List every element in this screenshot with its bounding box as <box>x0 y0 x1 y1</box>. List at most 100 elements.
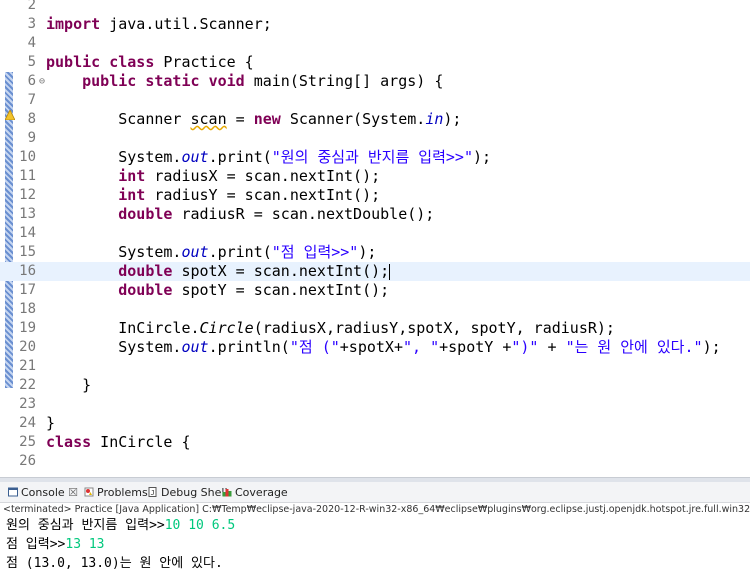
code-line[interactable]: 21 <box>0 357 750 376</box>
line-number: 9 <box>27 130 36 146</box>
code-line[interactable]: 8 Scanner scan = new Scanner(System.in); <box>0 110 750 129</box>
line-number: 10 <box>19 149 36 165</box>
code-line[interactable]: 25 class InCircle { <box>0 433 750 452</box>
code-token: double <box>118 205 173 223</box>
code-line[interactable]: 10 System.out.print("원의 중심과 반지름 입력>>"); <box>0 148 750 167</box>
code-token: static <box>145 72 200 90</box>
code-line[interactable]: 7 <box>0 91 750 110</box>
code-line[interactable]: 16 double spotX = scan.nextInt(); <box>0 262 750 281</box>
code-line[interactable]: 23 <box>0 395 750 414</box>
code-token: int <box>118 186 146 204</box>
code-token: System. <box>46 148 182 166</box>
code-line[interactable]: 11 int radiusX = scan.nextInt(); <box>0 167 750 186</box>
code-token: "점 입력>>" <box>271 243 359 261</box>
code-text: } <box>46 414 55 433</box>
code-line[interactable]: 12 int radiusY = scan.nextInt(); <box>0 186 750 205</box>
code-text: class InCircle { <box>46 433 191 452</box>
tab-coverage[interactable]: Coverage <box>222 485 288 500</box>
line-number: 25 <box>19 434 36 450</box>
coverage-icon <box>222 489 232 497</box>
code-line[interactable]: 17 double spotY = scan.nextInt(); <box>0 281 750 300</box>
code-token: out <box>181 243 209 261</box>
code-line[interactable]: 9 <box>0 129 750 148</box>
code-text: int radiusY = scan.nextInt(); <box>46 186 380 205</box>
code-token: System. <box>46 338 182 356</box>
line-number: 15 <box>19 244 36 260</box>
code-token: spotX = scan.nextInt(); <box>172 262 390 280</box>
code-token: ); <box>473 148 492 166</box>
console-line: 점 입력>>13 13 <box>6 535 105 554</box>
code-token: int <box>118 167 146 185</box>
code-text: int radiusX = scan.nextInt(); <box>46 167 380 186</box>
code-line[interactable]: 5 public class Practice { <box>0 53 750 72</box>
line-number: 24 <box>19 415 36 431</box>
code-token: Scanner <box>46 110 191 128</box>
code-line[interactable]: 18 <box>0 300 750 319</box>
code-text: InCircle.Circle(radiusX,radiusY,spotX, s… <box>46 319 615 338</box>
code-line[interactable]: 15 System.out.print("점 입력>>"); <box>0 243 750 262</box>
code-line[interactable]: 13 double radiusR = scan.nextDouble(); <box>0 205 750 224</box>
code-token: new <box>253 110 281 128</box>
code-token: ")" <box>511 338 539 356</box>
code-line[interactable]: 20 System.out.println("점 ("+spotX+", "+s… <box>0 338 750 357</box>
code-token: radiusR = scan.nextDouble(); <box>172 205 435 223</box>
code-token: public <box>82 72 137 90</box>
code-line[interactable]: 26 <box>0 452 750 471</box>
code-token: double <box>118 281 173 299</box>
code-token: +spotX+ <box>339 338 403 356</box>
line-number: 13 <box>19 206 36 222</box>
tab-console-label: Console <box>21 486 65 499</box>
code-token: Circle <box>199 319 254 337</box>
code-text: } <box>46 376 91 395</box>
fold-icon[interactable]: ⊖ <box>39 72 45 91</box>
code-text: double spotY = scan.nextInt(); <box>46 281 389 300</box>
code-line[interactable]: 6 ⊖ public static void main(String[] args… <box>0 72 750 91</box>
code-line[interactable]: 14 <box>0 224 750 243</box>
console-text: 점 (13.0, 13.0)는 원 안에 있다. <box>6 556 223 571</box>
code-line[interactable]: 3 import java.util.Scanner; <box>0 15 750 34</box>
code-token: } <box>46 414 56 432</box>
line-number: 6 <box>27 73 36 89</box>
code-token: System. <box>46 243 182 261</box>
code-token: .println( <box>208 338 290 356</box>
code-editor[interactable]: 2 3 import java.util.Scanner; 4 5 public clas… <box>0 0 750 477</box>
code-token: ); <box>358 243 377 261</box>
code-token: out <box>181 338 209 356</box>
code-text: System.out.print("원의 중심과 반지름 입력>>"); <box>46 148 491 167</box>
code-token: "점 (" <box>289 338 340 356</box>
code-token: + <box>538 338 566 356</box>
code-token: class <box>109 53 155 71</box>
code-token: class <box>46 433 92 451</box>
code-line[interactable]: 24} <box>0 414 750 433</box>
code-token: double <box>118 262 173 280</box>
code-line[interactable]: 22 } <box>0 376 750 395</box>
code-text: double radiusR = scan.nextDouble(); <box>46 205 434 224</box>
code-token: spotY = scan.nextInt(); <box>172 281 390 299</box>
tab-coverage-label: Coverage <box>235 486 288 499</box>
code-line[interactable]: 19 InCircle.Circle(radiusX,radiusY,spotX… <box>0 319 750 338</box>
code-text: Scanner scan = new Scanner(System.in); <box>46 110 461 129</box>
tab-console[interactable]: Console ☒ <box>8 485 78 500</box>
svg-text:J: J <box>151 489 155 497</box>
code-text: public class Practice { <box>46 53 254 72</box>
code-token: } <box>46 376 92 394</box>
line-number: 23 <box>19 396 36 412</box>
console-icon <box>8 487 18 497</box>
code-text: System.out.println("점 ("+spotX+", "+spot… <box>46 338 720 357</box>
code-line[interactable]: 2 <box>0 0 750 15</box>
code-line[interactable]: 4 <box>0 34 750 53</box>
close-icon[interactable]: ☒ <box>65 486 78 499</box>
tab-problems[interactable]: Problems <box>84 485 148 500</box>
line-number: 5 <box>27 54 36 70</box>
tab-debug-shell[interactable]: J Debug Shell <box>148 485 228 500</box>
line-number: 18 <box>19 301 36 317</box>
line-number: 20 <box>19 339 36 355</box>
console-text: 점 입력>> <box>6 537 66 552</box>
tab-problems-label: Problems <box>97 486 148 499</box>
